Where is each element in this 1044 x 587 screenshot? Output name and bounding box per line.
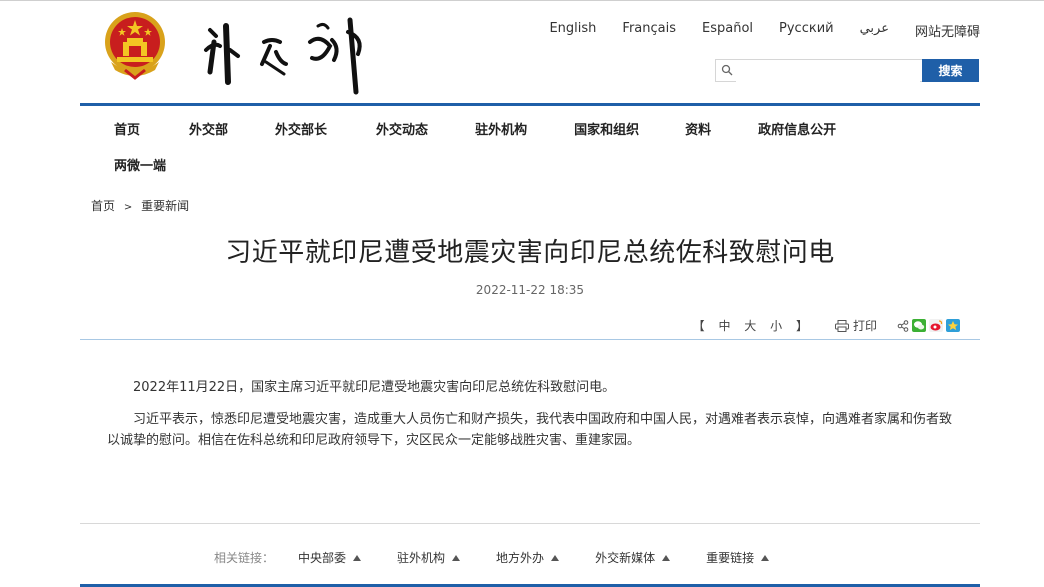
breadcrumb-separator: > [123,202,133,213]
nav-item-gov-info[interactable]: 政府信息公开 [758,119,836,138]
top-border [0,0,1044,1]
nav-item-home[interactable]: 首页 [114,119,140,138]
title-divider [80,339,980,340]
print-button[interactable]: 打印 [834,317,877,334]
search-input[interactable] [736,60,920,82]
search-icon [721,64,733,76]
related-link-important[interactable]: 重要链接 [706,549,770,566]
search-box [715,59,922,82]
related-link-central-ministries[interactable]: 中央部委 [298,549,362,566]
article-title: 习近平就印尼遭受地震灾害向印尼总统佐科致慰问电 [225,238,835,268]
language-links: English Français Español Русский عربي 网站… [549,21,980,40]
article-body: 2022年11月22日，国家主席习近平就印尼遭受地震灾害向印尼总统佐科致慰问电。… [107,377,952,462]
font-size-large-button[interactable]: 大 [744,319,756,333]
related-link-label: 驻外机构 [397,551,446,565]
weibo-icon[interactable] [929,319,943,332]
nav-item-missions-abroad[interactable]: 驻外机构 [475,119,527,138]
article-tools: 【 中 大 小 】 打印 [688,317,960,334]
font-size-bracket-close: 】 [795,319,808,333]
lang-arabic-link[interactable]: عربي [860,21,889,40]
search-button[interactable]: 搜索 [922,59,979,82]
triangle-up-icon [353,554,362,561]
breadcrumb-current[interactable]: 重要新闻 [141,199,189,213]
related-links: 相关链接： 中央部委 驻外机构 地方外办 外交新媒体 重要链接 [214,549,805,566]
font-size-controls: 【 中 大 小 】 [688,317,813,334]
related-link-label: 地方外办 [496,551,545,565]
share-icon[interactable] [897,319,909,332]
wechat-icon[interactable] [912,319,926,332]
article-paragraph: 2022年11月22日，国家主席习近平就印尼遭受地震灾害向印尼总统佐科致慰问电。 [133,380,616,395]
footer-divider [80,523,980,524]
lang-english-link[interactable]: English [549,21,596,40]
qzone-icon[interactable] [946,319,960,332]
article-paragraph: 习近平表示，惊悉印尼遭受地震灾害，造成重大人员伤亡和财产损失，我代表中国政府和中… [107,412,953,448]
nav-item-ministry[interactable]: 外交部 [189,119,228,138]
nav-item-resources[interactable]: 资料 [685,119,711,138]
printer-icon [834,319,849,332]
related-link-label: 外交新媒体 [595,551,656,565]
lang-russian-link[interactable]: Русский [779,21,834,40]
related-link-label: 中央部委 [298,551,347,565]
related-links-label: 相关链接： [214,551,275,565]
main-nav: 首页 外交部 外交部长 外交动态 驻外机构 国家和组织 资料 政府信息公开 两微… [80,103,980,174]
ministry-calligraphy-logo[interactable] [200,12,370,96]
triangle-up-icon [662,554,671,561]
nav-item-diplomatic-news[interactable]: 外交动态 [376,119,428,138]
search-bar: 搜索 [715,59,979,82]
triangle-up-icon [761,554,770,561]
breadcrumb-home[interactable]: 首页 [91,199,115,213]
accessibility-link[interactable]: 网站无障碍 [915,21,980,40]
triangle-up-icon [452,554,461,561]
nav-item-minister[interactable]: 外交部长 [275,119,327,138]
nav-row-primary: 首页 外交部 外交部长 外交动态 驻外机构 国家和组织 资料 政府信息公开 [114,119,836,138]
triangle-up-icon [551,554,560,561]
related-link-label: 重要链接 [706,551,755,565]
font-size-bracket-open: 【 [692,319,705,333]
font-size-medium-button[interactable]: 中 [718,319,730,333]
article-date: 2022-11-22 18:35 [475,283,585,297]
print-label: 打印 [852,319,877,333]
related-link-new-media[interactable]: 外交新媒体 [595,549,671,566]
breadcrumb: 首页 > 重要新闻 [91,197,189,214]
share-buttons [897,319,960,332]
related-link-missions-abroad[interactable]: 驻外机构 [397,549,461,566]
lang-french-link[interactable]: Français [622,21,676,40]
national-emblem-logo[interactable] [103,10,167,80]
lang-spanish-link[interactable]: Español [702,21,753,40]
font-size-small-button[interactable]: 小 [770,319,782,333]
nav-item-weibo-wechat[interactable]: 两微一端 [114,155,166,174]
related-link-local-foreign-affairs[interactable]: 地方外办 [496,549,560,566]
nav-item-countries[interactable]: 国家和组织 [574,119,639,138]
